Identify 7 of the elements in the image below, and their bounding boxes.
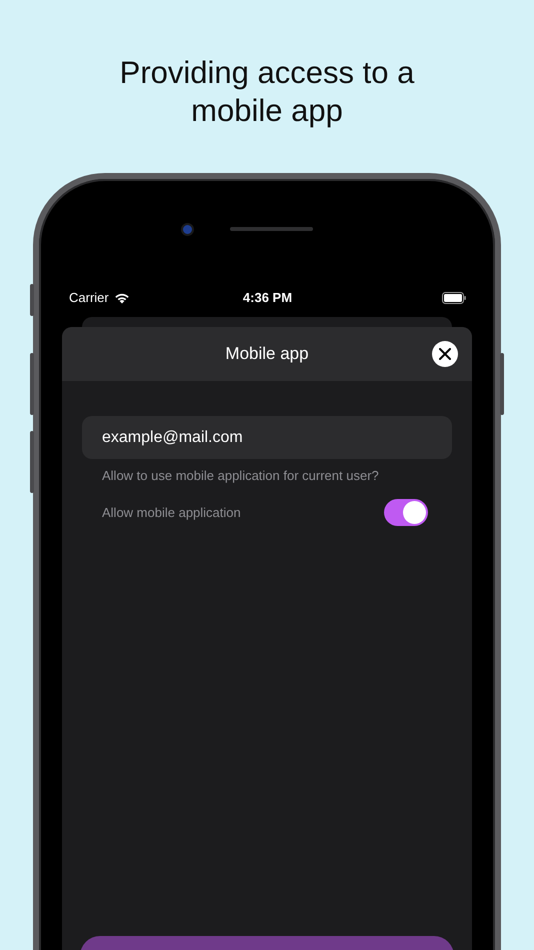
status-time: 4:36 PM bbox=[242, 290, 292, 305]
headline: Providing access to a mobile app bbox=[118, 54, 416, 130]
toggle-label: Allow mobile application bbox=[102, 505, 241, 520]
question-text: Allow to use mobile application for current user? bbox=[102, 468, 380, 484]
sheet-title: Mobile app bbox=[225, 344, 309, 364]
carrier-label: Carrier bbox=[69, 290, 109, 305]
email-field[interactable]: example@mail.com bbox=[82, 416, 452, 459]
